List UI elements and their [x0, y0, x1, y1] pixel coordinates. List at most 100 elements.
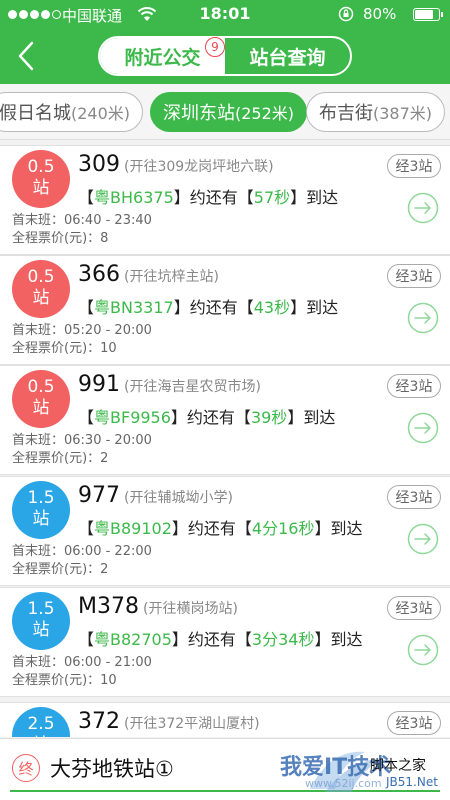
route-number: 309 (开往309龙岗坪地六联)	[78, 152, 274, 177]
route-times: 首末班：06:00 - 21:00 全程票价(元)：10	[12, 654, 152, 690]
fare-badge: 0.5 站	[12, 150, 70, 208]
notification-badge: 9	[205, 37, 225, 57]
stops-count-badge: 经3站	[387, 711, 441, 735]
route-direction: (开往坑梓主站)	[124, 269, 219, 285]
route-number-text: 372	[78, 709, 120, 734]
stops-count-badge: 经3站	[387, 596, 441, 620]
stops-count-badge: 经3站	[387, 154, 441, 178]
fare-value: 0.5	[27, 157, 55, 177]
fare-unit: 站	[12, 735, 70, 737]
arrival-mid: 】约还有【	[170, 408, 251, 427]
plate-number: 粤BF9956	[94, 408, 171, 427]
route-direction: (开往海吉星农贸市场)	[124, 379, 261, 395]
fare-value: 0.5	[27, 267, 55, 287]
schedule: 首末班：06:00 - 21:00	[12, 655, 152, 670]
route-direction: (开往309龙岗坪地六联)	[124, 159, 274, 175]
route-number-text: 366	[78, 262, 120, 287]
route-number: 991 (开往海吉星农贸市场)	[78, 372, 261, 397]
arrival-info: 【粤BF9956】约还有【39秒】到达	[78, 404, 335, 428]
status-bar: 中国联通 18:01 80%	[0, 0, 450, 30]
arrival-tail: 】到达	[290, 298, 339, 317]
schedule: 首末班：06:00 - 22:00	[12, 544, 152, 559]
fare-badge: 1.5 站	[12, 481, 70, 539]
fare-value: 1.5	[27, 488, 55, 508]
route-card[interactable]: 1.5 站 M378 (开往横岗场站) 【粤B82705】约还有【3分34秒】到达首末班…	[0, 587, 450, 697]
bracket-open: 【	[78, 630, 95, 649]
fare-badge: 0.5 站	[12, 370, 70, 428]
arrival-mid: 】约还有【	[173, 298, 254, 317]
schedule: 首末班：05:20 - 20:00	[12, 323, 152, 338]
fare-unit: 站	[32, 509, 50, 529]
fare-badge: 2.5站	[12, 707, 70, 737]
go-arrow-icon[interactable]	[407, 523, 439, 555]
arrival-tail: 】到达	[290, 188, 339, 207]
route-number: 366 (开往坑梓主站)	[78, 262, 219, 287]
route-card[interactable]: 1.5 站 977 (开往辅城坳小学) 【粤B89102】约还有【4分16秒】到达首末班…	[0, 476, 450, 586]
route-card[interactable]: 0.5 站 366 (开往坑梓主站) 【粤BN3317】约还有【43秒】到达 首末班：05…	[0, 255, 450, 365]
station-chip[interactable]: 假日名城 (240米)	[0, 92, 144, 132]
arrival-info: 【粤B82705】约还有【3分34秒】到达	[78, 626, 362, 650]
route-number-text: 991	[78, 372, 120, 397]
fare-value: 2.5	[27, 714, 55, 734]
full-fare: 全程票价(元)：8	[12, 231, 109, 246]
station-chip-bar: 假日名城 (240米) 深圳东站 (252米) 布吉街 (387米)	[0, 84, 450, 140]
bracket-open: 【	[78, 298, 95, 317]
bracket-open: 【	[78, 519, 95, 538]
route-direction: (开往横岗场站)	[142, 601, 238, 617]
arrival-info: 【粤B89102】约还有【4分16秒】到达	[78, 515, 362, 539]
eta: 57秒	[253, 188, 291, 207]
route-number-text: M378	[78, 594, 139, 619]
fare-value: 0.5	[27, 377, 55, 397]
bracket-open: 【	[78, 408, 95, 427]
plate-number: 粤B82705	[94, 630, 172, 649]
eta: 39秒	[250, 408, 288, 427]
go-arrow-icon[interactable]	[407, 634, 439, 666]
route-card[interactable]: 0.5 站 309 (开往309龙岗坪地六联) 【粤BH6375】约还有【57秒】到达首…	[0, 145, 450, 255]
fare-badge: 1.5 站	[12, 592, 70, 650]
fare-value: 1.5	[27, 599, 55, 619]
stops-count-badge: 经3站	[387, 264, 441, 288]
eta: 43秒	[253, 298, 291, 317]
route-times: 首末班：05:20 - 20:00 全程票价(元)：10	[12, 322, 152, 358]
arrival-tail: 】到达	[314, 519, 363, 538]
tab-nearby-bus-label: 附近公交	[124, 46, 201, 69]
destination-name: 大芬地铁站①	[50, 757, 174, 781]
station-chip[interactable]: 布吉街 (387米)	[306, 92, 446, 132]
station-chip-distance: (387米)	[373, 104, 433, 123]
go-arrow-icon[interactable]	[407, 412, 439, 444]
plate-number: 粤B89102	[94, 519, 172, 538]
plate-number: 粤BH6375	[94, 188, 174, 207]
battery-percent: 80%	[363, 5, 397, 23]
station-chip-name: 布吉街	[319, 103, 373, 124]
tab-station-search-label: 站台查询	[249, 46, 326, 69]
arrival-mid: 】约还有【	[173, 188, 254, 207]
station-chip-selected[interactable]: 深圳东站 (252米)	[150, 92, 308, 132]
full-fare: 全程票价(元)：10	[12, 673, 117, 688]
full-fare: 全程票价(元)：2	[12, 562, 109, 577]
bracket-open: 【	[78, 188, 95, 207]
back-arrow-icon[interactable]	[12, 38, 42, 74]
route-card[interactable]: 2.5站 372(开往372平湖山厦村) 经3站	[0, 702, 450, 737]
route-card[interactable]: 0.5 站 991 (开往海吉星农贸市场) 【粤BF9956】约还有【39秒】到达 首末班…	[0, 365, 450, 475]
route-times: 首末班：06:40 - 23:40 全程票价(元)：8	[12, 212, 152, 248]
rotation-lock-icon	[338, 6, 354, 22]
destination-bar[interactable]: 终 大芬地铁站① 我爱IT技术 www.52ij.com 脚本之家 JB51.N…	[0, 738, 450, 800]
arrival-mid: 】约还有【	[171, 519, 252, 538]
route-number: 977 (开往辅城坳小学)	[78, 483, 233, 508]
schedule: 首末班：06:30 - 20:00	[12, 433, 152, 448]
go-arrow-icon[interactable]	[407, 192, 439, 224]
header-bar: 中国联通 18:01 80% 附近公交 9 站台查询	[0, 0, 450, 84]
full-fare: 全程票价(元)：10	[12, 341, 117, 356]
tab-station-search[interactable]: 站台查询	[225, 38, 350, 74]
route-number: 372 (开往372平湖山厦村)	[78, 709, 260, 734]
watermark-jb-top: 脚本之家	[370, 758, 426, 774]
stops-count-badge: 经3站	[387, 374, 441, 398]
fare-unit: 站	[32, 178, 50, 198]
go-arrow-icon[interactable]	[407, 302, 439, 334]
schedule: 首末班：06:40 - 23:40	[12, 213, 152, 228]
route-number-text: 309	[78, 152, 120, 177]
route-direction: (开往372平湖山厦村)	[124, 716, 260, 732]
watermark-jb-bottom: JB51.Net	[386, 775, 438, 789]
terminus-icon: 终	[12, 754, 40, 782]
tab-nearby-bus[interactable]: 附近公交 9	[100, 37, 225, 74]
